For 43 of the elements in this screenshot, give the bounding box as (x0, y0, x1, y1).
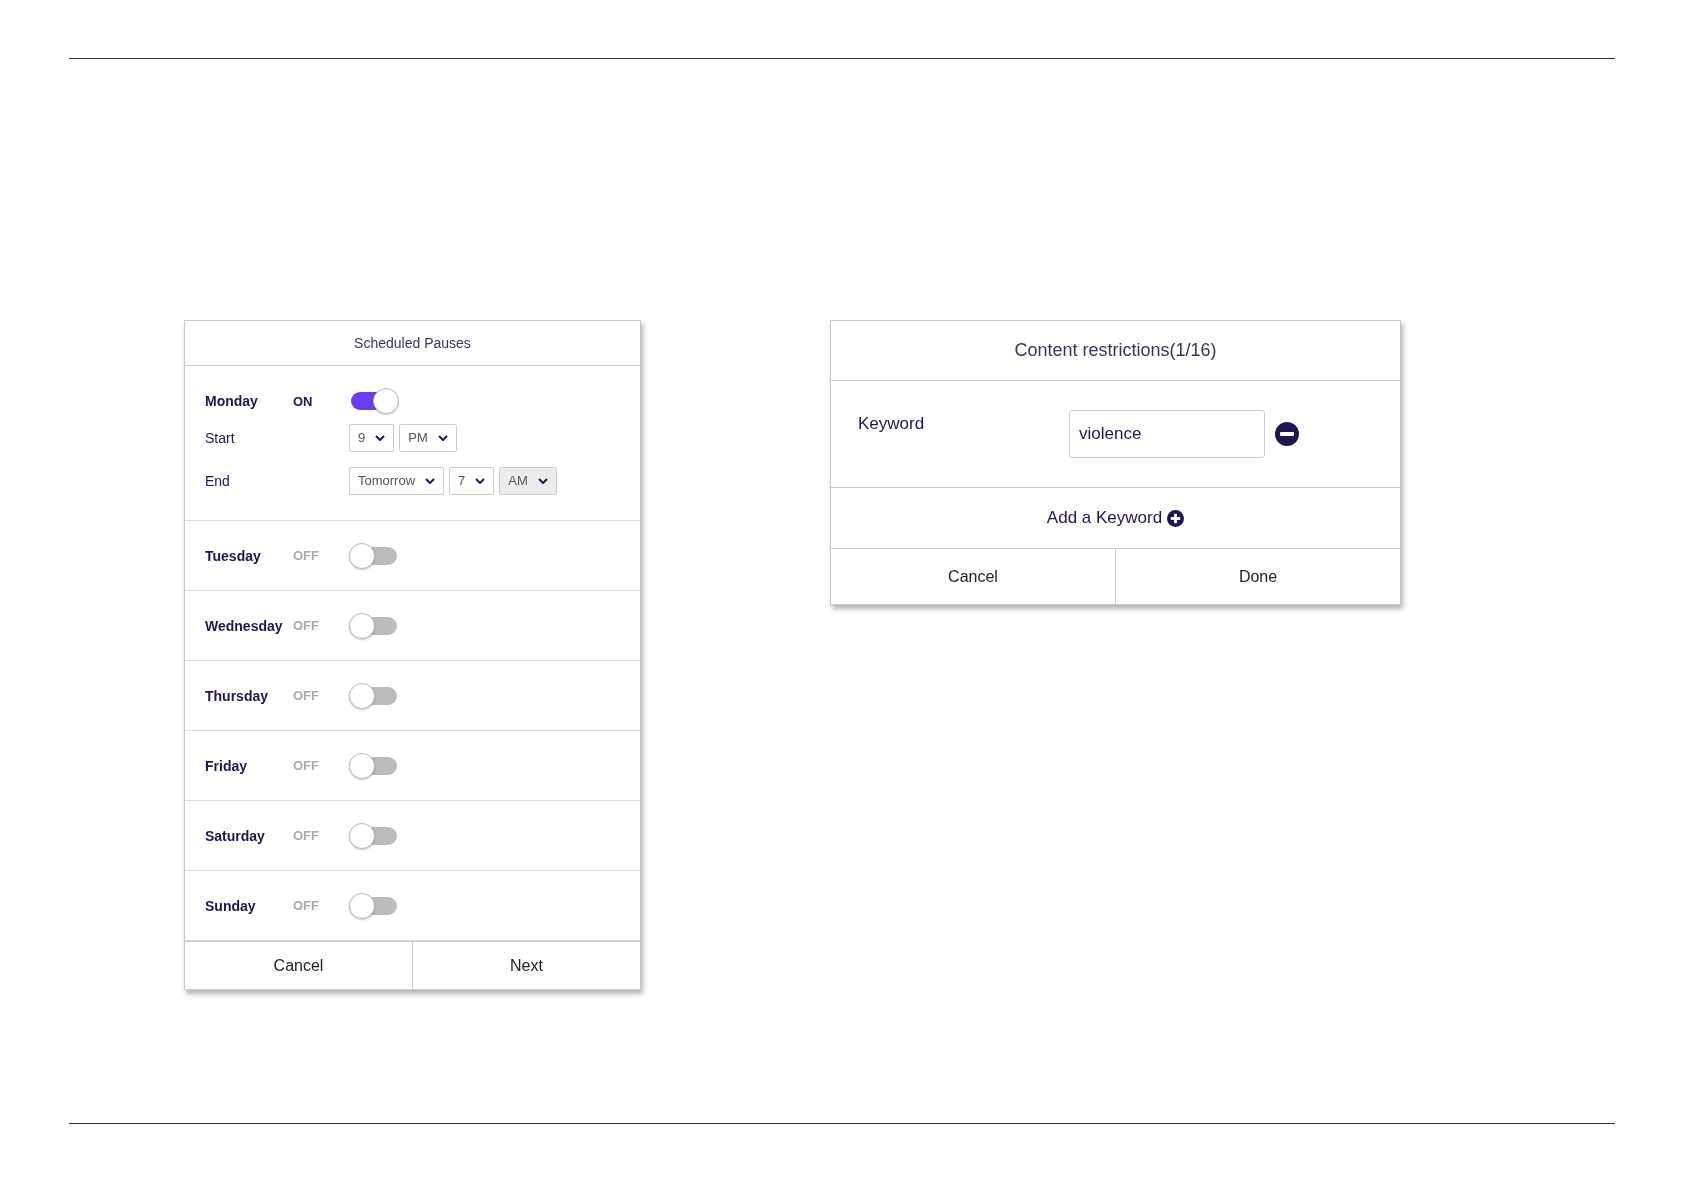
status-label: OFF (293, 898, 320, 913)
keyword-label: Keyword (858, 414, 926, 434)
toggle-switch[interactable] (349, 822, 399, 849)
toggle-switch[interactable] (349, 892, 399, 919)
add-keyword-button[interactable]: Add a Keyword (831, 488, 1400, 548)
keyword-input[interactable]: violence (1069, 410, 1265, 458)
status-label: ON (293, 393, 314, 409)
toggle-switch[interactable] (349, 612, 399, 639)
status-label: OFF (293, 548, 320, 563)
status-label: OFF (293, 618, 320, 633)
plus-icon (1167, 509, 1185, 527)
status-label: OFF (293, 758, 320, 773)
day-label: Wednesday (205, 617, 284, 634)
day-label: Sunday (205, 897, 257, 914)
dropdown[interactable]: 7 (449, 466, 495, 495)
day-label: Saturday (205, 827, 266, 844)
time-label: Start (205, 429, 236, 446)
toggle-switch[interactable] (349, 542, 399, 569)
next-button[interactable]: Next (412, 942, 640, 989)
chevron-down-icon (425, 477, 436, 484)
time-label: End (205, 472, 231, 489)
chevron-down-icon (537, 477, 548, 484)
status-label: OFF (293, 828, 320, 843)
toggle-switch[interactable] (349, 682, 399, 709)
cancel-button[interactable]: Cancel (831, 549, 1115, 604)
status-label: OFF (293, 688, 320, 703)
cancel-button[interactable]: Cancel (185, 942, 412, 989)
dropdown[interactable]: 9 (349, 423, 395, 452)
toggle-switch[interactable] (349, 388, 399, 414)
dialog-title: Content restrictions(1/16) (831, 321, 1400, 381)
day-label: Thursday (205, 687, 269, 704)
remove-icon[interactable] (1275, 422, 1299, 446)
chevron-down-icon (475, 477, 486, 484)
day-label: Friday (205, 757, 248, 774)
chevron-down-icon (437, 434, 448, 441)
toggle-switch[interactable] (349, 752, 399, 779)
chevron-down-icon (375, 434, 386, 441)
dropdown[interactable]: PM (399, 423, 457, 452)
day-label: Tuesday (205, 547, 262, 564)
done-button[interactable]: Done (1115, 549, 1400, 604)
day-label: Monday (205, 393, 259, 409)
dropdown[interactable]: Tomorrow (349, 466, 445, 495)
dialog-title: Scheduled Pauses (185, 321, 640, 366)
